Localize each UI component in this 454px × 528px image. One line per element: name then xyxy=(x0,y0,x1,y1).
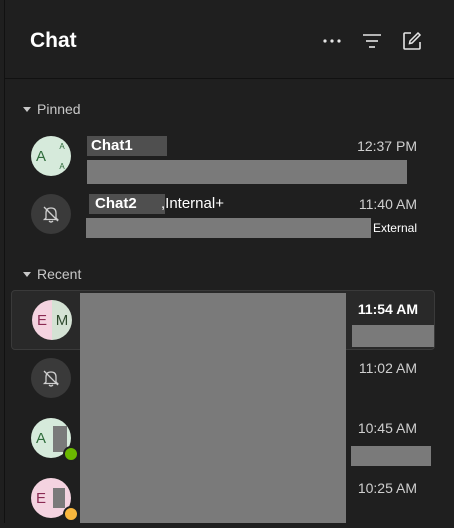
presence-away-icon xyxy=(63,506,79,522)
message-preview xyxy=(86,218,371,238)
chat-time: 11:02 AM xyxy=(358,360,417,376)
chevron-down-icon xyxy=(23,106,31,112)
chat-item-chat1[interactable]: A A A Chat1 12:37 PM xyxy=(11,128,433,186)
muted-bell-icon xyxy=(31,194,71,234)
external-tag: External xyxy=(372,221,417,235)
redacted-region xyxy=(80,293,346,523)
chat-time: 10:25 AM xyxy=(357,480,417,496)
chat-name: Chat2 xyxy=(89,194,165,214)
filter-icon[interactable] xyxy=(359,28,385,54)
chat-header: Chat xyxy=(5,0,454,79)
chat-name: Chat1 xyxy=(87,136,167,156)
chat-time: 11:54 AM xyxy=(357,301,418,317)
new-chat-icon[interactable] xyxy=(399,28,425,54)
chevron-down-icon xyxy=(23,271,31,277)
pinned-section-toggle[interactable]: Pinned xyxy=(23,101,81,117)
chat-name-suffix: ,Internal+ xyxy=(161,195,224,212)
chat-time: 12:37 PM xyxy=(357,138,417,154)
chat-time: 10:45 AM xyxy=(357,420,417,436)
page-title: Chat xyxy=(30,29,77,52)
pinned-label: Pinned xyxy=(37,101,81,117)
chat-time: 11:40 AM xyxy=(358,196,417,212)
recent-section-toggle[interactable]: Recent xyxy=(23,266,81,282)
message-preview xyxy=(352,325,434,347)
avatar: A A A xyxy=(31,136,71,176)
message-preview xyxy=(87,160,407,184)
chat-list-panel: Chat Pinned A A A Chat1 12:37 PM Chat2 ,… xyxy=(4,0,454,523)
presence-available-icon xyxy=(63,446,79,462)
chat-item-chat2[interactable]: Chat2 ,Internal+ 11:40 AM External xyxy=(11,186,433,244)
message-preview xyxy=(351,446,431,466)
more-options-icon[interactable] xyxy=(319,28,345,54)
recent-label: Recent xyxy=(37,266,82,282)
avatar: E M xyxy=(32,300,72,340)
muted-bell-icon xyxy=(31,358,71,398)
